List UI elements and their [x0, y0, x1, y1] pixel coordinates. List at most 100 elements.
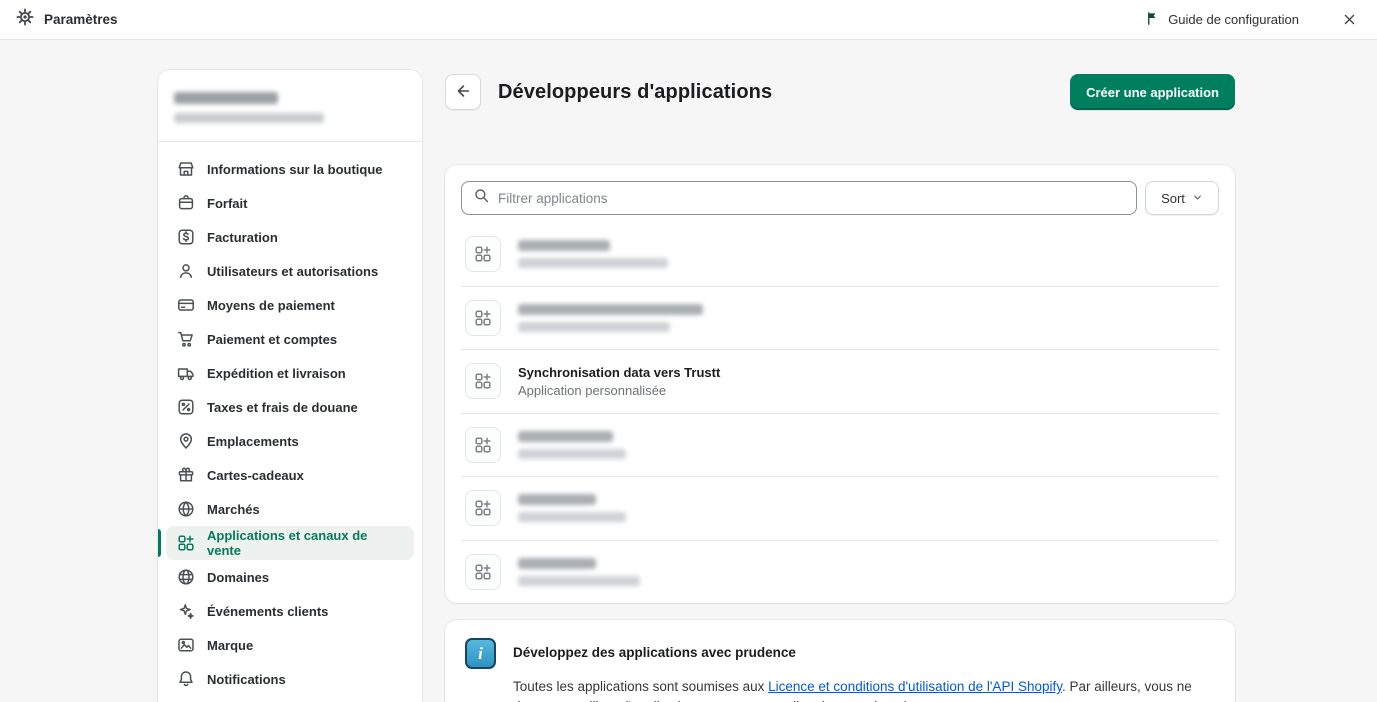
bell-icon — [176, 669, 196, 689]
app-default-icon — [465, 299, 501, 336]
app-subtitle — [518, 512, 626, 523]
app-default-icon — [465, 236, 501, 273]
sidebar-item-label: Taxes et frais de douane — [207, 399, 358, 415]
sidebar-item-evenements-clients[interactable]: Événements clients — [166, 594, 414, 628]
users-icon — [176, 261, 196, 281]
location-pin-icon — [176, 431, 196, 451]
sidebar-item-label: Informations sur la boutique — [207, 161, 383, 177]
sidebar-item-forfait[interactable]: Forfait — [166, 186, 414, 220]
sidebar-item-label: Utilisateurs et autorisations — [207, 263, 379, 279]
page-title: Développeurs d'applications — [498, 80, 773, 103]
payments-icon — [176, 295, 196, 315]
store-icon — [176, 159, 196, 179]
app-title — [518, 494, 596, 506]
settings-header: Paramètres — [16, 8, 118, 31]
plan-icon — [176, 193, 196, 213]
sidebar-item-utilisateurs-autorisations[interactable]: Utilisateurs et autorisations — [166, 254, 414, 288]
page-header: Développeurs d'applications Créer une ap… — [445, 74, 1235, 110]
filter-row: Sort — [461, 181, 1219, 215]
store-url-redacted — [174, 113, 324, 123]
chevron-down-icon — [1192, 191, 1203, 206]
app-default-icon — [465, 554, 501, 591]
brand-icon — [176, 635, 196, 655]
app-list-item[interactable]: Synchronisation data vers Trustt Applica… — [461, 350, 1219, 414]
store-identity — [158, 70, 422, 142]
sort-button-label: Sort — [1161, 190, 1185, 206]
app-default-icon — [465, 363, 501, 400]
settings-top-bar: Paramètres Guide de configuration — [0, 0, 1377, 40]
domains-globe-icon — [176, 567, 196, 587]
main-content: Développeurs d'applications Créer une ap… — [445, 74, 1235, 702]
app-default-icon — [465, 490, 501, 527]
app-title — [518, 303, 703, 315]
app-default-icon — [465, 426, 501, 463]
sidebar-item-notifications[interactable]: Notifications — [166, 662, 414, 696]
app-title: Synchronisation data vers Trustt — [518, 364, 721, 380]
app-title — [518, 430, 613, 442]
app-list-item[interactable] — [461, 223, 1219, 287]
sidebar-item-label: Forfait — [207, 195, 248, 211]
sidebar-item-domaines[interactable]: Domaines — [166, 560, 414, 594]
sidebar-item-label: Marchés — [207, 501, 260, 517]
sidebar-item-label: Facturation — [207, 229, 278, 245]
sidebar-item-marches[interactable]: Marchés — [166, 492, 414, 526]
billing-icon — [176, 227, 196, 247]
settings-sidebar: Informations sur la boutique Forfait Fac… — [158, 70, 422, 702]
back-button[interactable] — [445, 74, 481, 110]
search-icon — [473, 187, 490, 209]
sidebar-item-moyens-de-paiement[interactable]: Moyens de paiement — [166, 288, 414, 322]
gear-icon — [16, 8, 34, 31]
app-subtitle — [518, 448, 626, 459]
sidebar-item-informations-boutique[interactable]: Informations sur la boutique — [166, 152, 414, 186]
taxes-percent-icon — [176, 397, 196, 417]
customer-events-icon — [176, 601, 196, 621]
flag-icon — [1145, 11, 1160, 29]
sidebar-item-label: Expédition et livraison — [207, 365, 346, 381]
sidebar-item-label: Marque — [207, 637, 254, 653]
app-title — [518, 240, 610, 252]
markets-globe-icon — [176, 499, 196, 519]
app-list: Synchronisation data vers Trustt Applica… — [461, 223, 1219, 603]
sidebar-item-expedition-livraison[interactable]: Expédition et livraison — [166, 356, 414, 390]
warning-text: Toutes les applications sont soumises au… — [513, 677, 1208, 702]
filter-apps-input[interactable] — [498, 190, 1125, 206]
sidebar-item-label: Domaines — [207, 569, 270, 585]
sidebar-item-taxes-douane[interactable]: Taxes et frais de douane — [166, 390, 414, 424]
warning-title: Développez des applications avec prudenc… — [513, 645, 796, 660]
app-list-item[interactable] — [461, 414, 1219, 477]
sort-button[interactable]: Sort — [1145, 181, 1219, 215]
sidebar-item-label: Moyens de paiement — [207, 297, 335, 313]
setup-guide-label: Guide de configuration — [1168, 12, 1299, 27]
sidebar-item-label: Notifications — [207, 671, 286, 687]
close-icon[interactable] — [1337, 8, 1361, 32]
gift-card-icon — [176, 465, 196, 485]
filter-apps-searchbox[interactable] — [461, 181, 1137, 215]
sidebar-item-facturation[interactable]: Facturation — [166, 220, 414, 254]
checkout-cart-icon — [176, 329, 196, 349]
app-list-item[interactable] — [461, 287, 1219, 350]
truck-icon — [176, 363, 196, 383]
setup-guide-link[interactable]: Guide de configuration — [1145, 11, 1299, 29]
app-title — [518, 558, 596, 570]
sidebar-item-emplacements[interactable]: Emplacements — [166, 424, 414, 458]
sidebar-item-applications-canaux[interactable]: Applications et canaux de vente — [158, 526, 414, 560]
sidebar-nav: Informations sur la boutique Forfait Fac… — [158, 142, 422, 702]
sidebar-item-paiement-et-comptes[interactable]: Paiement et comptes — [166, 322, 414, 356]
store-name-redacted — [174, 92, 278, 104]
settings-window: Paramètres Guide de configuration Inform… — [0, 0, 1377, 702]
sidebar-item-label: Emplacements — [207, 433, 299, 449]
apps-list-card: Sort Synchronisation da — [445, 165, 1235, 603]
api-license-link[interactable]: Licence et conditions d'utilisation de l… — [768, 679, 1062, 694]
info-icon: i — [465, 638, 496, 669]
sidebar-item-marque[interactable]: Marque — [166, 628, 414, 662]
app-subtitle — [518, 576, 640, 587]
sidebar-item-cartes-cadeaux[interactable]: Cartes-cadeaux — [166, 458, 414, 492]
back-arrow-icon — [454, 82, 472, 103]
app-list-item[interactable] — [461, 477, 1219, 541]
app-list-item[interactable] — [461, 541, 1219, 604]
sidebar-item-label: Applications et canaux de vente — [207, 528, 368, 558]
app-subtitle: Application personnalisée — [518, 382, 667, 398]
sidebar-item-label: Paiement et comptes — [207, 331, 338, 347]
apps-icon — [176, 533, 196, 553]
create-app-button[interactable]: Créer une application — [1070, 74, 1235, 110]
